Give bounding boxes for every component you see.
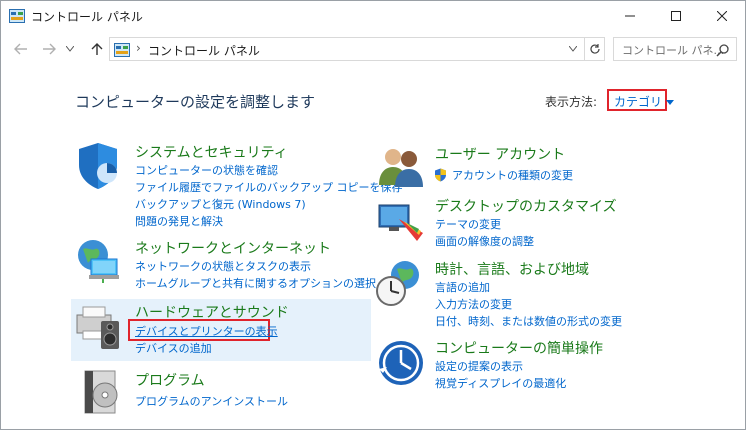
clock-globe-icon[interactable] xyxy=(375,259,425,309)
address-bar[interactable]: › コントロール パネル xyxy=(109,37,605,61)
search-icon[interactable] xyxy=(716,42,730,61)
programs-disc-icon[interactable] xyxy=(77,367,127,417)
up-button[interactable] xyxy=(87,39,107,59)
control-panel-window: コントロール パネル › コントロール パネル コントロール パネ... コンピ… xyxy=(0,0,746,430)
category-title-programs[interactable]: プログラム xyxy=(135,370,205,390)
link-change-theme[interactable]: テーマの変更 xyxy=(435,216,501,232)
category-title-system-security[interactable]: システムとセキュリティ xyxy=(135,142,288,162)
monitor-palette-icon[interactable] xyxy=(377,197,427,247)
link-change-account-type[interactable]: アカウントの種類の変更 xyxy=(435,167,573,183)
view-by-dropdown[interactable]: カテゴリ xyxy=(607,89,675,111)
breadcrumb[interactable]: コントロール パネル xyxy=(148,42,260,59)
ease-of-access-icon[interactable] xyxy=(377,339,427,389)
link-backup-restore[interactable]: バックアップと復元 (Windows 7) xyxy=(135,196,306,212)
uac-shield-icon xyxy=(434,167,447,186)
view-by-label: 表示方法: xyxy=(545,95,598,109)
chevron-down-icon xyxy=(666,100,675,105)
users-icon[interactable] xyxy=(377,143,427,193)
refresh-button[interactable] xyxy=(584,38,604,60)
category-title-network[interactable]: ネットワークとインターネット xyxy=(135,238,331,258)
printer-speaker-icon[interactable] xyxy=(73,301,123,351)
network-globe-icon[interactable] xyxy=(73,237,123,287)
link-file-history[interactable]: ファイル履歴でファイルのバックアップ コピーを保存 xyxy=(135,179,403,195)
window-title: コントロール パネル xyxy=(31,10,143,24)
page-title: コンピューターの設定を調整します xyxy=(75,93,316,111)
minimize-button[interactable] xyxy=(607,1,653,31)
category-title-clock-region[interactable]: 時計、言語、および地域 xyxy=(435,259,589,279)
control-panel-icon xyxy=(9,8,25,23)
back-button[interactable] xyxy=(11,39,31,59)
close-button[interactable] xyxy=(699,1,745,31)
link-homegroup-sharing[interactable]: ホームグループと共有に関するオプションの選択 xyxy=(135,275,376,291)
link-screen-resolution[interactable]: 画面の解像度の調整 xyxy=(435,233,534,249)
link-recommended-settings[interactable]: 設定の提案の表示 xyxy=(435,358,523,374)
recent-locations-button[interactable] xyxy=(63,39,77,59)
view-by-value[interactable]: カテゴリ xyxy=(614,95,662,109)
link-network-status[interactable]: ネットワークの状態とタスクの表示 xyxy=(135,258,311,274)
category-title-user-accounts[interactable]: ユーザー アカウント xyxy=(435,144,565,164)
address-dropdown-button[interactable] xyxy=(564,38,582,60)
link-optimize-display[interactable]: 視覚ディスプレイの最適化 xyxy=(435,375,566,391)
shield-icon[interactable] xyxy=(73,141,123,191)
forward-button[interactable] xyxy=(39,39,59,59)
maximize-button[interactable] xyxy=(653,1,699,31)
search-box[interactable]: コントロール パネ... xyxy=(613,37,737,61)
breadcrumb-separator[interactable]: › xyxy=(136,41,141,55)
title-bar[interactable]: コントロール パネル xyxy=(1,1,745,31)
link-change-input-method[interactable]: 入力方法の変更 xyxy=(435,296,512,312)
link-add-device[interactable]: デバイスの追加 xyxy=(135,340,212,356)
category-title-ease-of-access[interactable]: コンピューターの簡単操作 xyxy=(435,338,603,358)
link-add-language[interactable]: 言語の追加 xyxy=(435,279,490,295)
navigation-bar: › コントロール パネル コントロール パネ... xyxy=(1,35,745,63)
category-title-desktop[interactable]: デスクトップのカスタマイズ xyxy=(435,196,617,216)
link-devices-printers[interactable]: デバイスとプリンターの表示 xyxy=(135,323,278,339)
control-panel-icon xyxy=(114,42,130,57)
search-input[interactable]: コントロール パネ... xyxy=(622,42,724,58)
link-date-time-format[interactable]: 日付、時刻、または数値の形式の変更 xyxy=(435,313,622,329)
link-troubleshoot[interactable]: 問題の発見と解決 xyxy=(135,213,223,229)
link-uninstall-program[interactable]: プログラムのアンインストール xyxy=(135,393,288,409)
link-check-status[interactable]: コンピューターの状態を確認 xyxy=(135,162,278,178)
